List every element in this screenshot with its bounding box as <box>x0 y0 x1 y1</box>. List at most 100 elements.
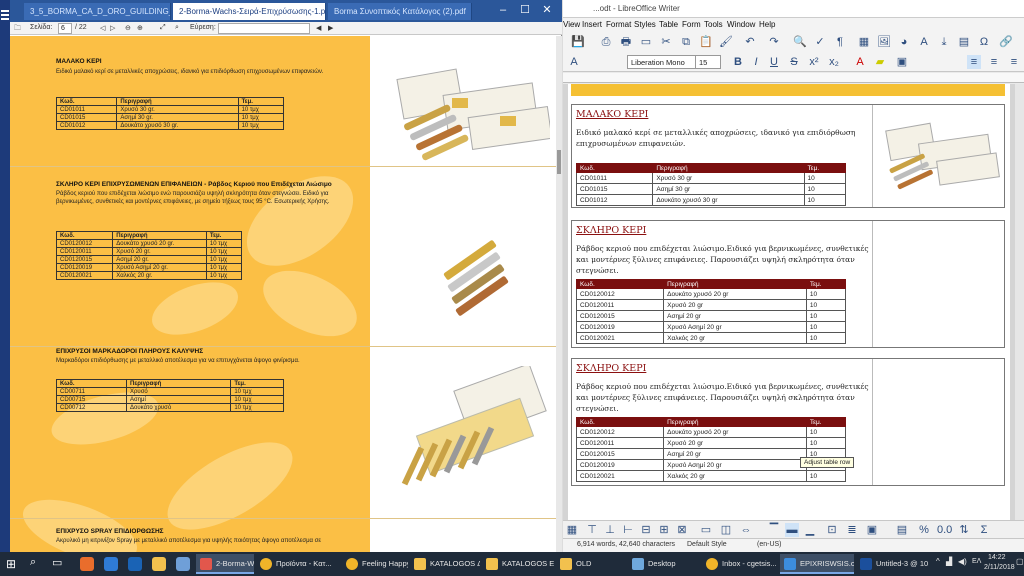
table-row[interactable]: CD0120021 Χαλκός 20 gr 10 <box>575 470 847 482</box>
qty-cell[interactable]: 10 <box>805 470 847 482</box>
search-icon[interactable]: ⌕ <box>175 24 179 32</box>
desc-cell[interactable]: Χρυσό Ασημί 20 gr <box>663 459 807 471</box>
tray-chevron-icon[interactable]: ^ <box>936 557 940 566</box>
align-left-icon[interactable]: ≡ <box>967 55 981 69</box>
pdf-tab[interactable]: 3_5_BORMA_CA_D_ORO_GUILDING_LINE.pdf <box>24 3 171 20</box>
insert-column-icon[interactable]: ⊢ <box>621 523 635 537</box>
delete-row-icon[interactable]: ⊟ <box>639 523 653 537</box>
qty-cell[interactable]: 10 <box>805 310 847 322</box>
special-character-icon[interactable]: Ω <box>977 35 991 49</box>
table-background-icon[interactable]: ▤ <box>895 523 909 537</box>
insert-row-below-icon[interactable]: ⊥ <box>603 523 617 537</box>
maximize-icon[interactable]: ☐ <box>516 2 534 18</box>
document-page[interactable]: ΜΑΛΑΚΟ ΚΕΡΙ Ειδικό μαλακό κερί σε μεταλλ… <box>568 84 1010 520</box>
taskbar-item[interactable]: KATALOGOS ES... <box>482 554 554 574</box>
menu-view[interactable]: View <box>563 20 580 29</box>
desc-cell[interactable]: Ασημί 30 gr <box>652 183 805 195</box>
clock-time[interactable]: 14:22 <box>988 554 1006 561</box>
page-style[interactable]: Default Style <box>687 541 727 548</box>
bold-icon[interactable]: B <box>731 55 745 69</box>
taskbar-item[interactable]: 2-Borma-Wach... <box>196 554 254 574</box>
menu-help[interactable]: Help <box>759 20 775 29</box>
next-page-icon[interactable]: ▷ <box>110 24 115 32</box>
insert-table-icon[interactable]: ▦ <box>857 35 871 49</box>
delete-column-icon[interactable]: ⊞ <box>657 523 671 537</box>
qty-cell[interactable]: 10 <box>805 321 847 333</box>
code-cell[interactable]: CD0120021 <box>575 470 665 482</box>
styles-icon[interactable]: A <box>567 55 581 69</box>
hyperlink-icon[interactable]: 🔗 <box>999 35 1013 49</box>
align-top-icon[interactable]: ▔ <box>767 523 781 537</box>
font-size-box[interactable]: 15 <box>695 55 721 69</box>
code-cell[interactable]: CD0120012 <box>575 288 665 300</box>
code-cell[interactable]: CD01011 <box>575 172 654 184</box>
code-cell[interactable]: CD0120011 <box>575 437 665 449</box>
fit-page-icon[interactable]: ⤢ <box>160 24 166 32</box>
desc-cell[interactable]: Χρυσό 20 gr <box>663 299 807 311</box>
align-bottom-icon[interactable]: ▁ <box>803 523 817 537</box>
borders-icon[interactable]: ⊡ <box>825 523 839 537</box>
cut-icon[interactable]: ✂ <box>659 35 673 49</box>
menu-icon[interactable] <box>1 10 9 12</box>
desc-cell[interactable]: Χρυσό Ασημί 20 gr <box>663 321 807 333</box>
desc-cell[interactable]: Χρυσό 30 gr <box>652 172 805 184</box>
volume-icon[interactable]: ◀) <box>958 557 967 566</box>
ruler[interactable] <box>563 73 1024 83</box>
search-prev-icon[interactable]: ◀ <box>316 24 321 32</box>
formatting-marks-icon[interactable]: ¶ <box>833 35 847 49</box>
code-cell[interactable]: CD0120015 <box>575 448 665 460</box>
insert-image-icon[interactable]: 🖼 <box>877 35 891 49</box>
writer-scrollbar[interactable] <box>1015 84 1024 520</box>
task-view-icon[interactable]: ▭ <box>52 556 62 569</box>
minimize-icon[interactable]: – <box>494 2 512 18</box>
taskbar-item[interactable]: Desktop <box>628 554 698 574</box>
search-next-icon[interactable]: ▶ <box>328 24 333 32</box>
prev-page-icon[interactable]: ◁ <box>100 24 105 32</box>
border-style-icon[interactable]: ≣ <box>845 523 859 537</box>
export-pdf-icon[interactable]: ⎙ <box>599 35 613 49</box>
menu-table[interactable]: Table <box>659 20 678 29</box>
writer-table[interactable]: Κωδ. Περιγραφή Τεμ. CD0120012 Δουκάτο χρυσό… <box>575 279 847 344</box>
desc-cell[interactable]: Ασημί 20 gr <box>663 310 807 322</box>
writer-table[interactable]: Κωδ. Περιγραφή Τεμ. CD0120012 Δουκάτο χρυσό… <box>575 417 847 482</box>
taskbar-item[interactable]: KATALOGOS Δ... <box>410 554 480 574</box>
align-center-vert-icon[interactable]: ▬ <box>785 523 799 537</box>
copy-icon[interactable]: ⧉ <box>679 35 693 49</box>
language-status[interactable]: (en-US) <box>757 541 782 548</box>
align-center-icon[interactable]: ≡ <box>987 55 1001 69</box>
pdf-scrollbar-thumb[interactable] <box>557 150 561 174</box>
pdf-tab[interactable]: Borma Συνοπτικός Κατάλογος (2).pdf <box>328 3 472 20</box>
code-cell[interactable]: CD01012 <box>575 194 654 206</box>
field-icon[interactable]: ▤ <box>957 35 971 49</box>
code-cell[interactable]: CD0120021 <box>575 332 665 344</box>
insert-row-above-icon[interactable]: ⊤ <box>585 523 599 537</box>
taskbar-item[interactable]: EPIXRISWSIS.od... <box>780 554 854 574</box>
desc-cell[interactable]: Δουκάτο χρυσό 20 gr <box>663 288 807 300</box>
merge-cells-icon[interactable]: ▭ <box>699 523 713 537</box>
save-icon[interactable]: 💾 <box>571 35 585 49</box>
open-icon[interactable]: 🗀 <box>14 24 21 35</box>
subscript-icon[interactable]: x₂ <box>827 55 841 69</box>
table-row[interactable]: CD01011 Χρυσό 30 gr 10 <box>575 172 847 184</box>
qty-cell[interactable]: 10 <box>803 194 847 206</box>
qty-cell[interactable]: 10 <box>805 426 847 438</box>
taskbar-item[interactable]: Inbox - cgetsis... <box>702 554 776 574</box>
decimal-icon[interactable]: 0.0 <box>937 523 952 537</box>
menu-window[interactable]: Window <box>727 20 755 29</box>
print-preview-icon[interactable]: ▭ <box>639 35 653 49</box>
taskbar-item[interactable]: Feeling Happy -... <box>342 554 408 574</box>
char-background-icon[interactable]: ▣ <box>895 55 909 69</box>
taskbar-item[interactable]: Προϊόντα - Κατ... <box>256 554 340 574</box>
text-box-icon[interactable]: A <box>917 35 931 49</box>
spelling-icon[interactable]: ✓ <box>813 35 827 49</box>
number-format-icon[interactable]: % <box>917 523 931 537</box>
qty-cell[interactable]: 10 <box>805 437 847 449</box>
mail-icon[interactable] <box>128 557 142 571</box>
edge-icon[interactable] <box>104 557 118 571</box>
desc-cell[interactable]: Χρυσό 20 gr <box>663 437 807 449</box>
taskbar-item[interactable]: OLD <box>556 554 622 574</box>
firefox-icon[interactable] <box>80 557 94 571</box>
file-explorer-icon[interactable] <box>152 557 166 571</box>
redo-icon[interactable]: ↷ <box>767 35 781 49</box>
sort-icon[interactable]: ⇅ <box>957 523 971 537</box>
